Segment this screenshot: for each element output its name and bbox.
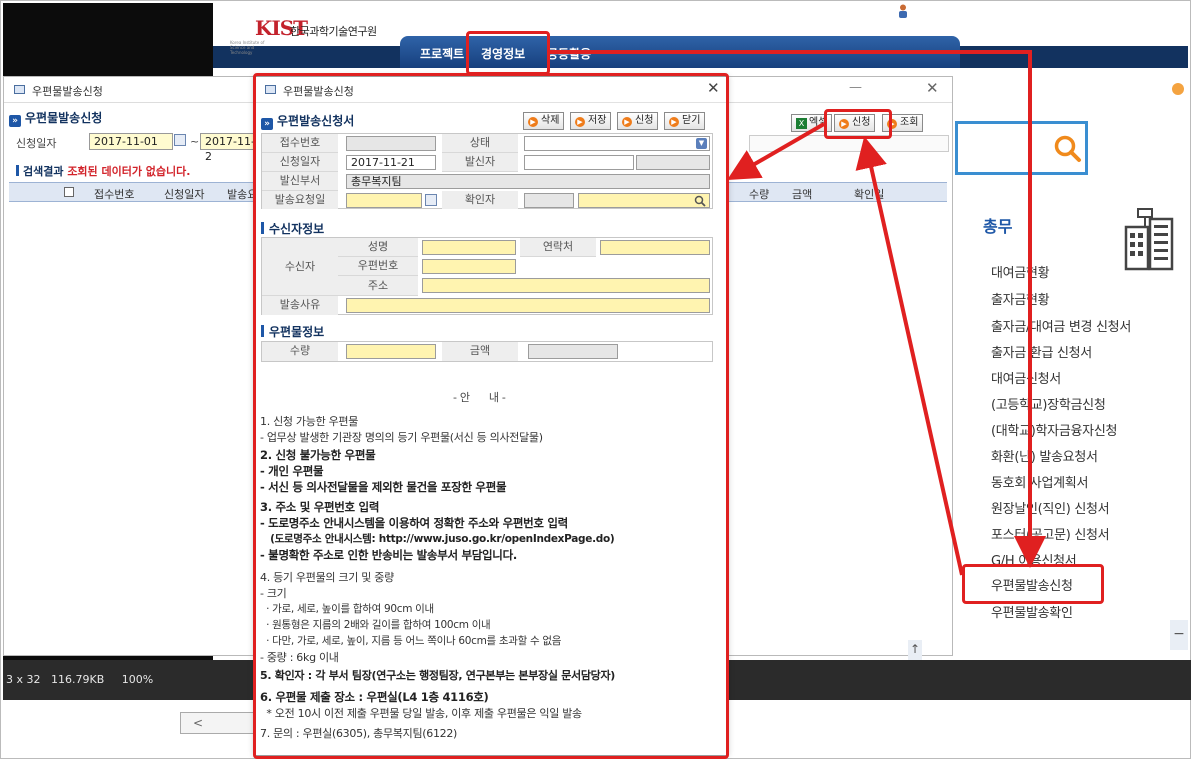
side-item-investment-refund[interactable]: 출자금 환급 신청서 — [991, 342, 1092, 361]
date-from-input[interactable]: 2017-11-01 — [89, 133, 173, 150]
building-icon — [1124, 208, 1174, 271]
side-item-club-plan[interactable]: 동호회 사업계획서 — [991, 472, 1088, 491]
side-panel-toggle[interactable]: − — [1170, 620, 1188, 650]
col-receipt-no[interactable]: 접수번호 — [94, 186, 134, 202]
window-icon — [14, 85, 25, 94]
result-empty-text: 조회된 데이터가 없습니다. — [67, 165, 191, 178]
excel-icon: X — [796, 118, 807, 129]
side-item-investment-change[interactable]: 출자금/대여금 변경 신청서 — [991, 316, 1131, 335]
side-item-poster-request[interactable]: 포스터(공고문) 신청서 — [991, 524, 1110, 543]
bg-window-title: 우편물발송신청 — [32, 85, 103, 98]
search-result-message: 검색결과 조회된 데이터가 없습니다. — [16, 163, 190, 179]
org-name: 한국과학기술연구원 — [290, 25, 377, 38]
user-icon[interactable] — [898, 4, 908, 18]
side-item-mail-confirm[interactable]: 우편물발송확인 — [991, 602, 1073, 621]
highlight-management-info — [466, 31, 550, 75]
col-apply-date[interactable]: 신청일자 — [164, 186, 204, 202]
close-icon[interactable]: ✕ — [926, 79, 939, 97]
side-item-flower-request[interactable]: 화환(난) 발송요청서 — [991, 446, 1098, 465]
scroll-left-button[interactable]: < — [180, 712, 260, 734]
minimize-icon[interactable]: — — [849, 80, 862, 95]
col-amount[interactable]: 금액 — [792, 186, 812, 202]
side-item-hs-scholarship[interactable]: (고등학교)장학금신청 — [991, 394, 1106, 413]
scroll-indicator-icon[interactable] — [1172, 83, 1184, 95]
date-range-separator: ~ — [190, 135, 200, 148]
search-label: 조회 — [900, 117, 919, 128]
side-item-univ-tuition-loan[interactable]: (대학교)학자금융자신청 — [991, 420, 1117, 439]
col-quantity[interactable]: 수량 — [749, 186, 769, 202]
nav-shared-use[interactable]: 공동활용 — [547, 45, 591, 62]
side-item-seal-request[interactable]: 원장날인(직인) 신청서 — [991, 498, 1110, 517]
calendar-icon[interactable] — [174, 134, 186, 146]
date-range-label: 신청일자 — [16, 137, 57, 150]
highlight-mail-menu — [962, 564, 1104, 604]
result-prefix: 검색결과 — [23, 165, 68, 178]
col-confirm-date[interactable]: 확인일 — [854, 186, 884, 202]
double-chevron-icon: » — [9, 115, 21, 127]
side-item-loan-status[interactable]: 대여금현황 — [991, 262, 1050, 281]
image-viewer-info: 3 x 32 116.79KB 100% — [6, 673, 154, 686]
bg-window-header: » 우편물발송신청 — [9, 109, 102, 127]
highlight-modal — [253, 73, 729, 759]
select-all-checkbox[interactable] — [64, 187, 74, 197]
bg-scroll-arrow[interactable]: ↑ — [908, 640, 922, 660]
bg-window-header-text: 우편물발송신청 — [25, 111, 103, 125]
section-bar-icon — [16, 165, 19, 176]
side-item-loan-application[interactable]: 대여금신청서 — [991, 368, 1061, 387]
side-menu-title: 총무 — [983, 217, 1013, 236]
date-to-input[interactable]: 2017-11-2 — [200, 133, 260, 163]
kist-logo-subtitle: Korea Institute of Science and Technolog… — [230, 40, 265, 55]
search-icon[interactable] — [1053, 134, 1083, 164]
highlight-apply-button — [824, 109, 892, 139]
side-item-investment-status[interactable]: 출자금현황 — [991, 289, 1050, 308]
nav-projects[interactable]: 프로젝트 — [420, 45, 464, 62]
